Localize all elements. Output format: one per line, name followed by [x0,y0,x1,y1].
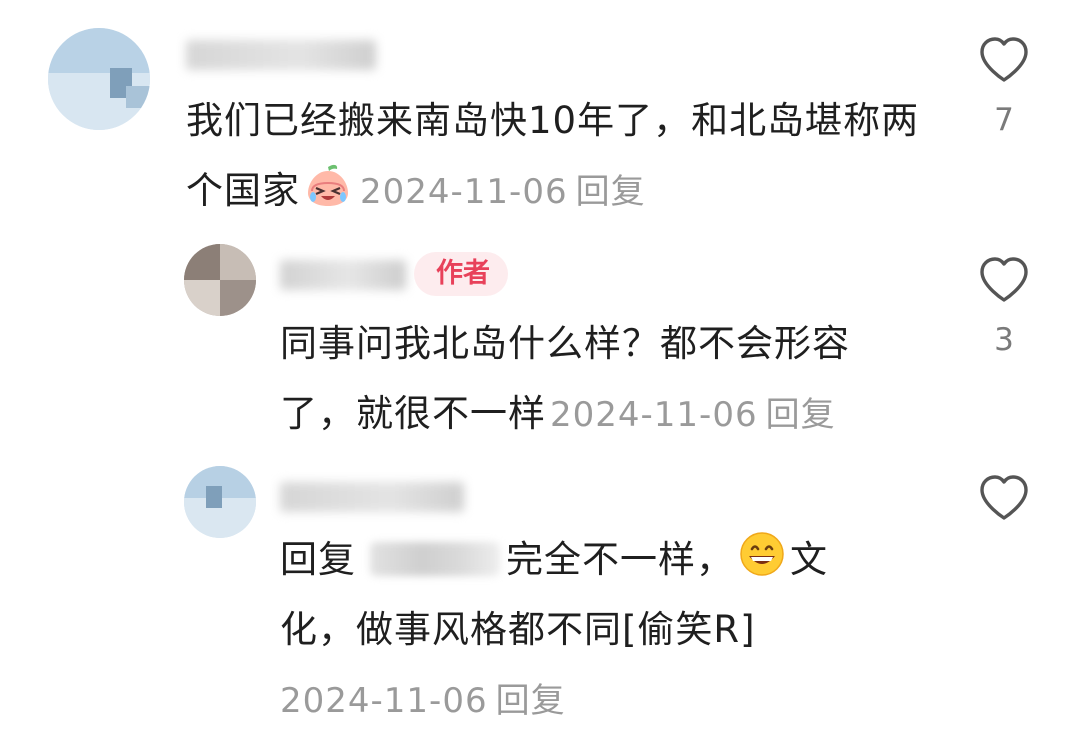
username-blurred[interactable] [186,40,376,70]
like-group: 7 [964,36,1044,138]
heart-outline-icon[interactable] [978,256,1030,304]
comment-text-part1: 完全不一样， [506,538,734,581]
username-blurred[interactable] [280,260,406,290]
reply-button[interactable]: 回复 [766,395,836,435]
avatar[interactable] [184,466,256,538]
mention-blurred[interactable] [370,542,500,576]
like-group [964,474,1044,522]
author-badge: 作者 [414,252,508,296]
avatar[interactable] [48,28,150,130]
like-group: 3 [964,256,1044,358]
comment-body: 同事问我北岛什么样？都不会形容了，就很不一样 2024-11-06 回复 [280,309,910,450]
comment-body: 我们已经搬来南岛快10年了，和北岛堪称两个国家 2024-11-06 回复 [186,86,926,227]
heart-outline-icon[interactable] [978,36,1030,84]
comment-meta: 2024-11-06 回复 [360,172,646,212]
reply-button[interactable]: 回复 [496,681,566,721]
grinning-face-emoji-icon [740,532,784,576]
avatar[interactable] [184,244,256,316]
crying-laughing-peach-emoji-icon [308,164,348,206]
comment-body: 回复 完全不一样， 文化，做事风格都不同[偷笑R] 2024-11-06 回复 [280,525,900,736]
comment-meta: 2024-11-06 回复 [280,681,566,721]
comment-date: 2024-11-06 [280,681,488,721]
comment-meta: 2024-11-06 回复 [550,395,836,435]
comment-date: 2024-11-06 [360,172,568,212]
reply-button[interactable]: 回复 [576,172,646,212]
username-blurred[interactable] [280,482,464,512]
reply-prefix: 回复 [280,538,356,581]
comment-date: 2024-11-06 [550,395,758,435]
like-count: 7 [994,102,1014,138]
like-count: 3 [994,322,1014,358]
heart-outline-icon[interactable] [978,474,1030,522]
